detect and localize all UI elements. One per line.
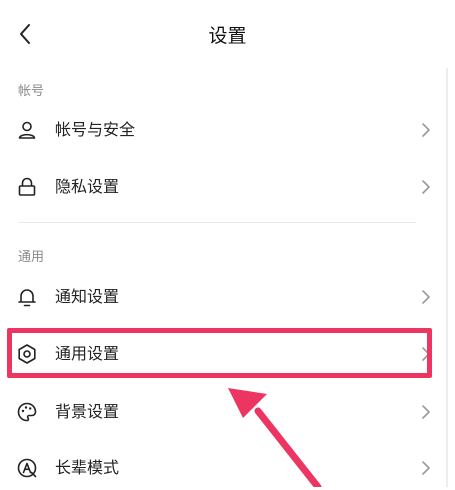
section-label-general: 通用 [18, 250, 45, 265]
settings-item-privacy[interactable]: 隐私设置 [0, 165, 455, 209]
settings-item-label: 背景设置 [55, 402, 120, 421]
bell-icon [18, 289, 36, 307]
settings-item-label: 通知设置 [55, 287, 120, 306]
chevron-right-icon [422, 461, 430, 475]
chevron-right-icon [422, 405, 430, 419]
settings-item-label: 隐私设置 [55, 177, 120, 196]
chevron-right-icon [422, 180, 430, 194]
lock-icon [18, 177, 36, 196]
header: 设置 [0, 0, 455, 68]
user-icon [18, 121, 36, 139]
elder-mode-icon [17, 458, 37, 478]
chevron-right-icon [422, 123, 430, 137]
palette-icon [17, 402, 37, 422]
settings-item-label: 长辈模式 [55, 458, 120, 477]
chevron-right-icon [422, 290, 430, 304]
highlight-box [7, 328, 432, 378]
section-divider [18, 222, 416, 223]
scrollbar[interactable] [446, 68, 448, 487]
section-label-account: 帐号 [18, 84, 45, 99]
settings-item-account-security[interactable]: 帐号与安全 [0, 108, 455, 152]
settings-item-label: 帐号与安全 [55, 120, 136, 139]
settings-item-elder-mode[interactable]: 长辈模式 [0, 446, 455, 490]
settings-item-notifications[interactable]: 通知设置 [0, 275, 455, 319]
page-title: 设置 [208, 25, 247, 47]
settings-item-background[interactable]: 背景设置 [0, 390, 455, 434]
